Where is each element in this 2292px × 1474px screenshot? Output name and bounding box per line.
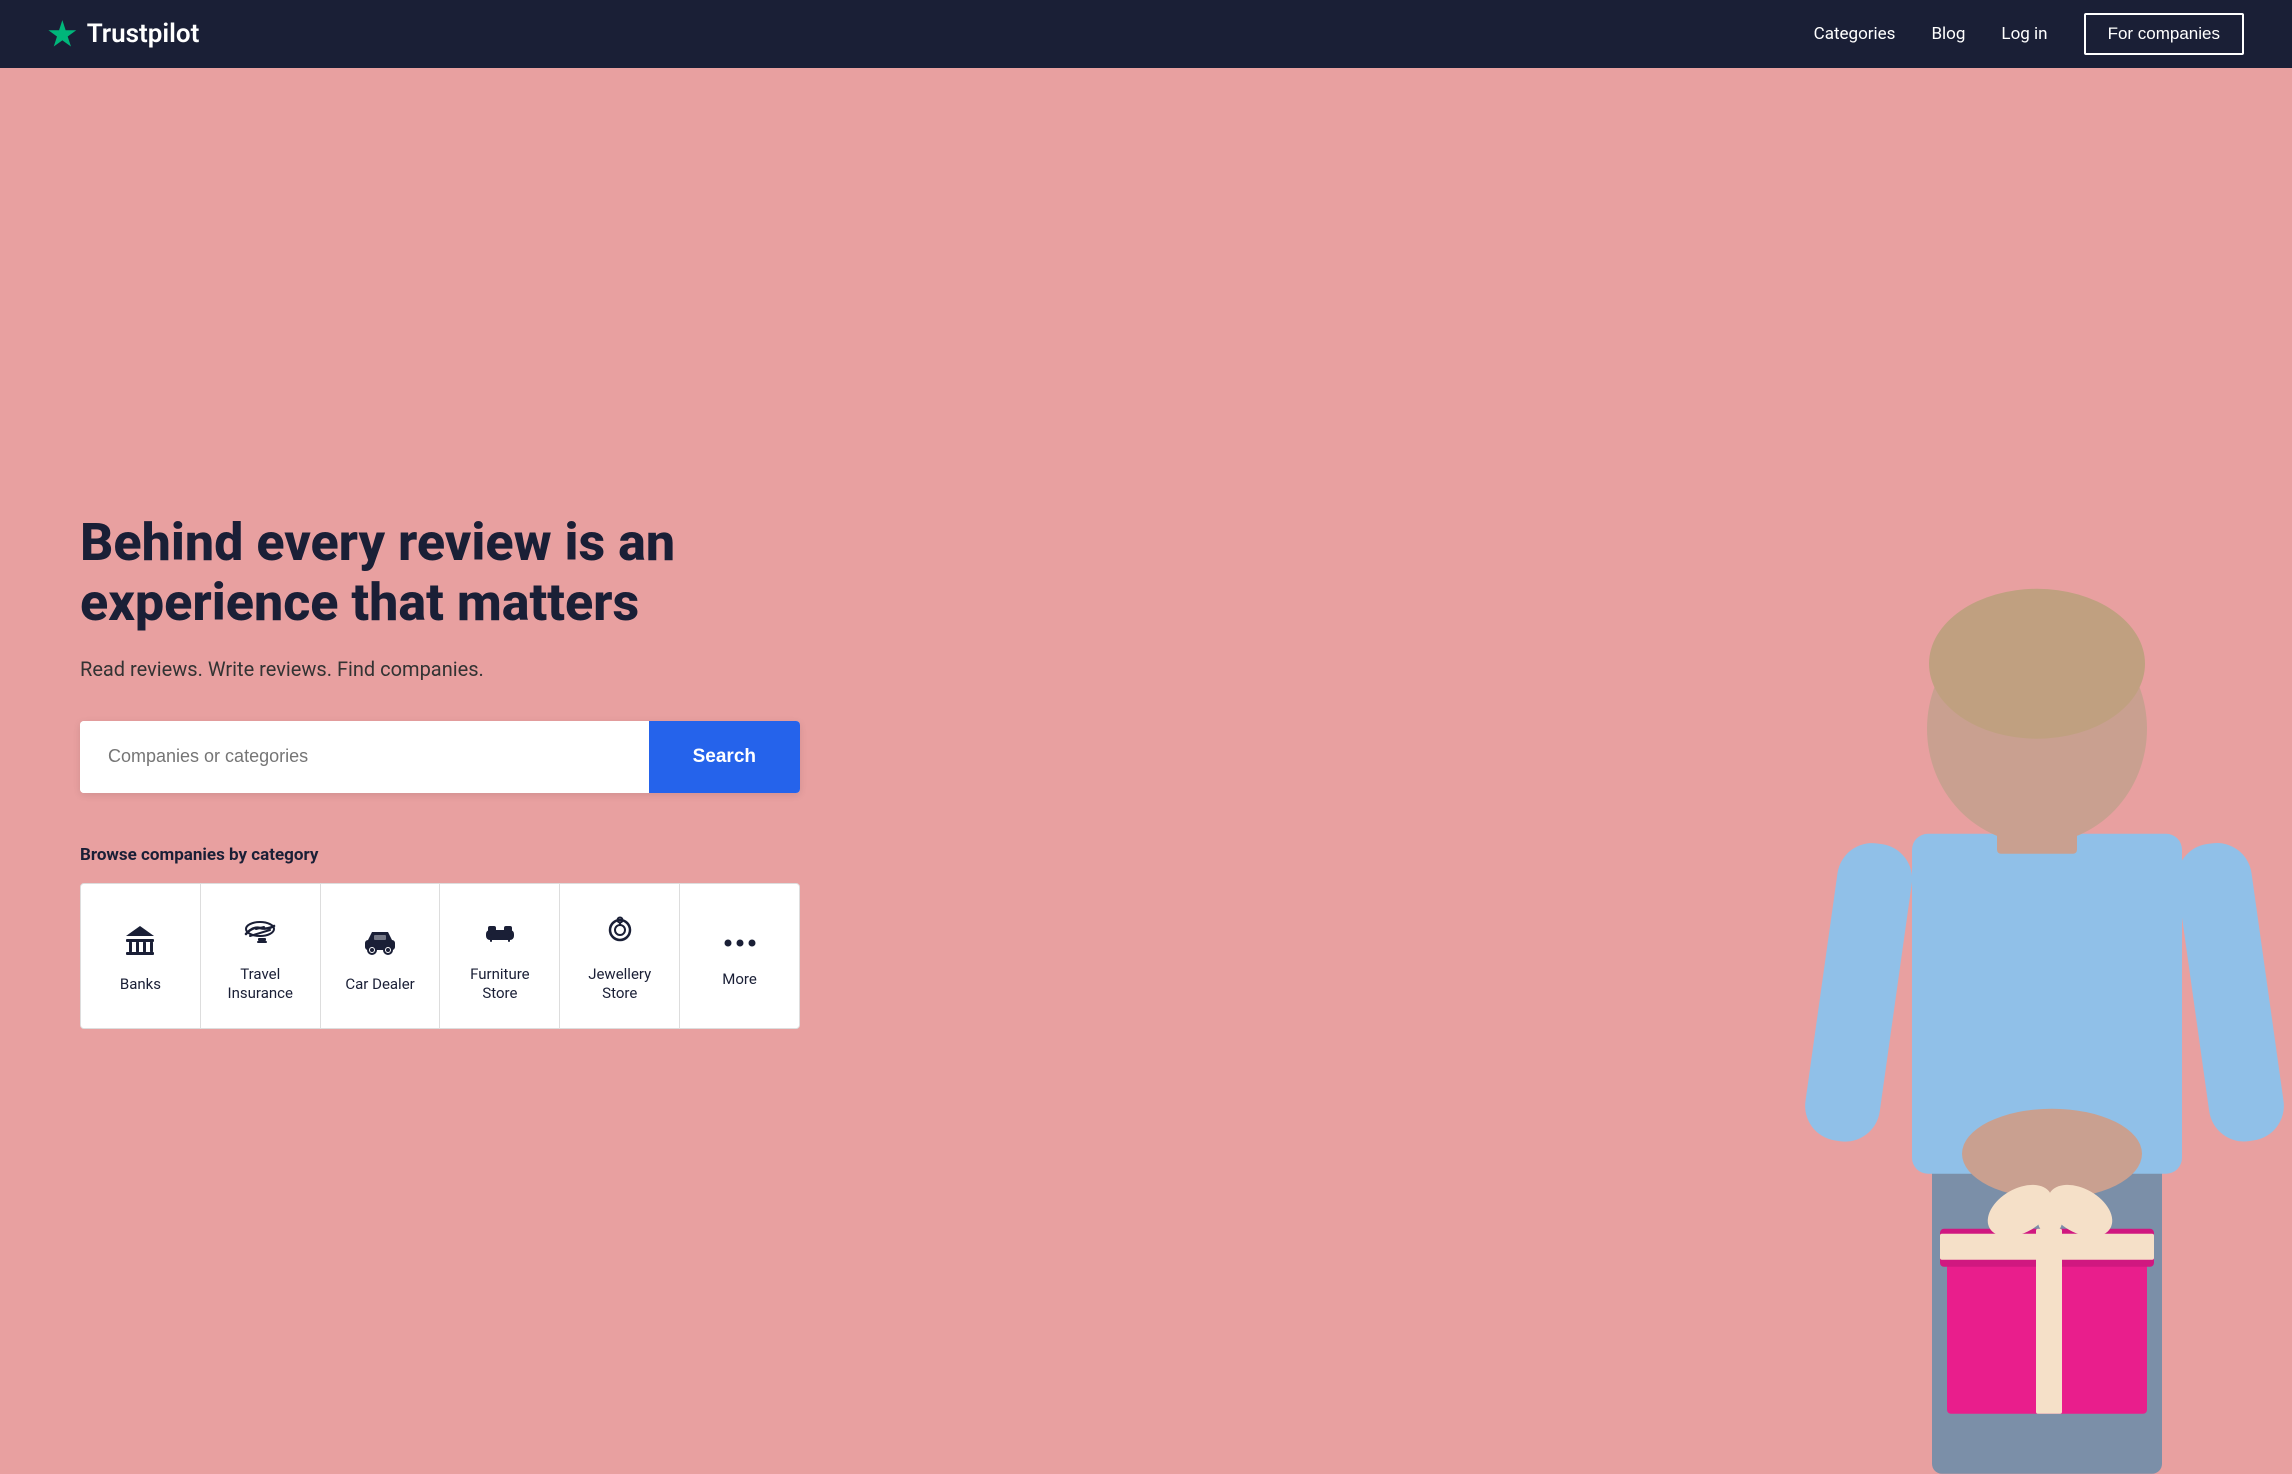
category-card-more[interactable]: More	[680, 884, 799, 1028]
hero-section: Behind every review is an experience tha…	[0, 68, 2292, 1474]
person-svg	[1772, 124, 2292, 1474]
category-card-travel-insurance[interactable]: Travel Insurance	[201, 884, 321, 1028]
car-dealer-icon	[362, 922, 398, 963]
travel-insurance-icon	[242, 912, 278, 953]
hero-subtitle: Read reviews. Write reviews. Find compan…	[80, 657, 1261, 681]
category-card-car-dealer[interactable]: Car Dealer	[321, 884, 441, 1028]
more-icon	[722, 926, 758, 958]
logo[interactable]: ★ Trustpilot	[48, 18, 199, 50]
blog-link[interactable]: Blog	[1931, 24, 1965, 44]
browse-section: Browse companies by category	[80, 845, 800, 1029]
for-companies-button[interactable]: For companies	[2084, 13, 2244, 55]
jewellery-store-icon	[602, 912, 638, 953]
browse-title: Browse companies by category	[80, 845, 800, 865]
category-card-furniture-store[interactable]: Furniture Store	[440, 884, 560, 1028]
hero-content: Behind every review is an experience tha…	[0, 68, 1261, 1474]
jewellery-store-label: Jewellery Store	[576, 965, 663, 1004]
nav-links: Categories Blog Log in For companies	[1814, 13, 2244, 55]
hero-title: Behind every review is an experience tha…	[80, 513, 700, 633]
travel-insurance-label: Travel Insurance	[217, 965, 304, 1004]
categories-link[interactable]: Categories	[1814, 24, 1896, 44]
person-figure	[1772, 124, 2292, 1474]
logo-star: ★	[48, 18, 77, 50]
more-label: More	[722, 970, 757, 990]
banks-label: Banks	[120, 975, 161, 995]
car-dealer-label: Car Dealer	[345, 975, 414, 995]
hero-image	[1261, 68, 2292, 1474]
furniture-store-label: Furniture Store	[456, 965, 543, 1004]
search-input[interactable]	[80, 721, 649, 793]
category-card-jewellery-store[interactable]: Jewellery Store	[560, 884, 680, 1028]
search-button[interactable]: Search	[649, 721, 800, 793]
category-cards: Banks Travel Insurance	[80, 883, 800, 1029]
category-card-banks[interactable]: Banks	[81, 884, 201, 1028]
search-bar: Search	[80, 721, 800, 793]
login-link[interactable]: Log in	[2001, 24, 2047, 44]
logo-text: Trustpilot	[87, 19, 200, 49]
furniture-store-icon	[482, 912, 518, 953]
navbar: ★ Trustpilot Categories Blog Log in For …	[0, 0, 2292, 68]
banks-icon	[122, 922, 158, 963]
